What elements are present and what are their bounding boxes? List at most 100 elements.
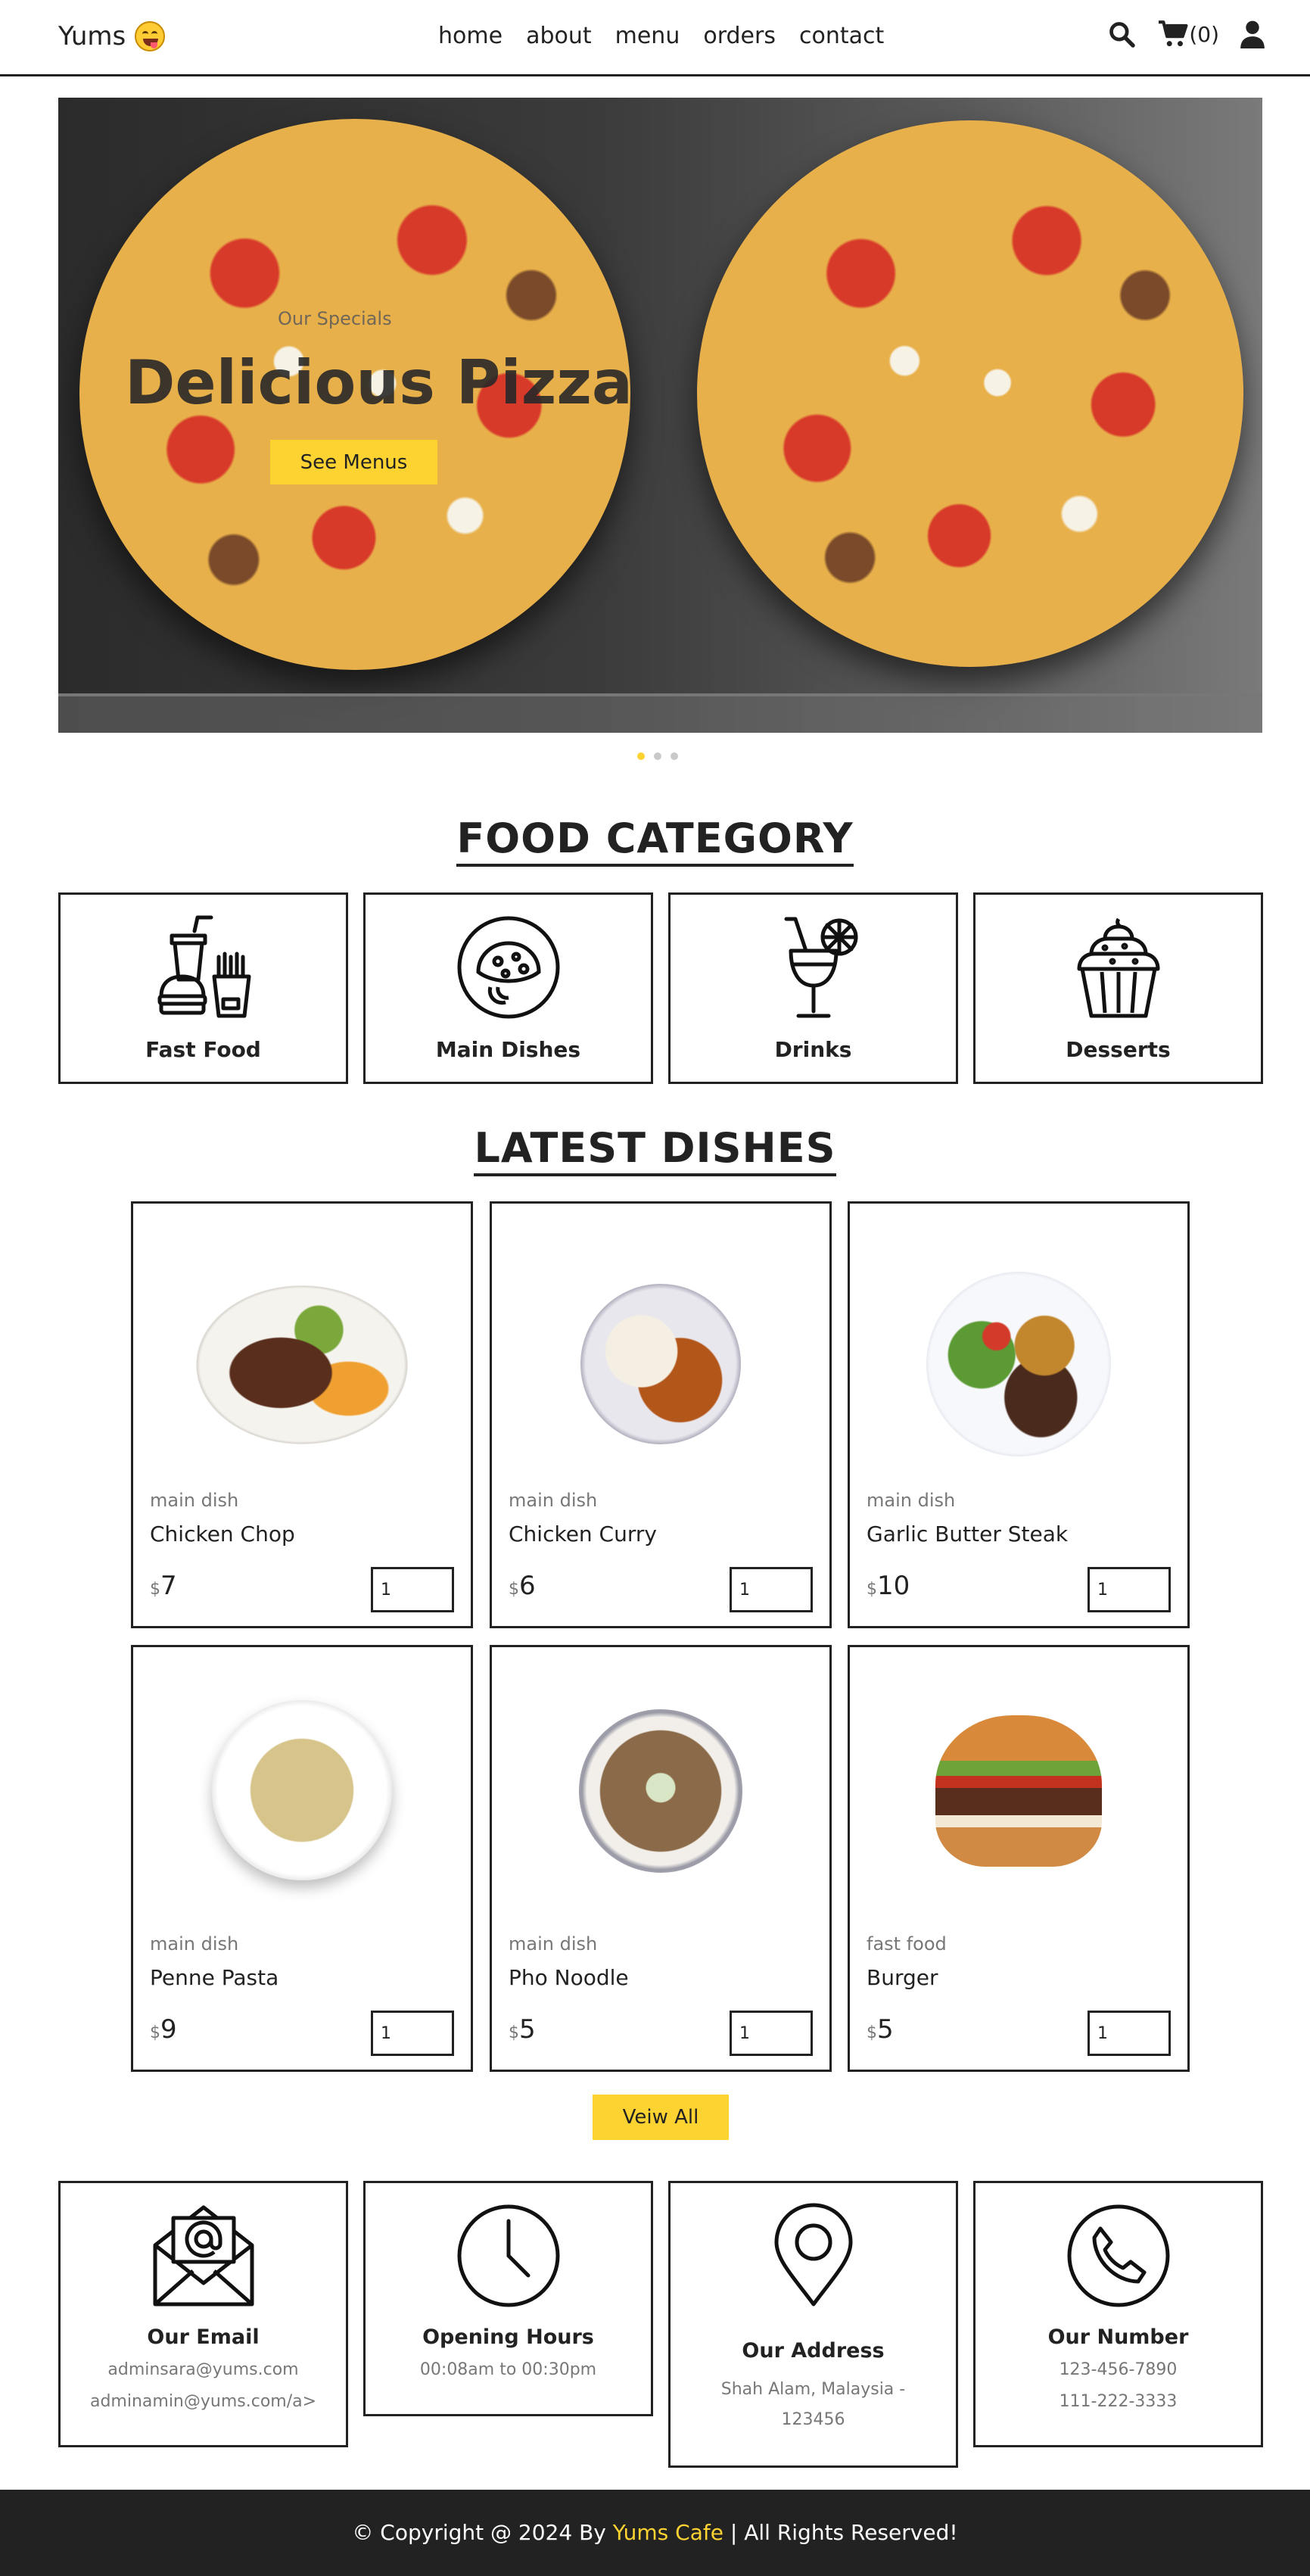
currency-symbol: $ [867,2023,877,2042]
footer-brand-link[interactable]: Yums Cafe [613,2520,723,2545]
header-icons: (0) [1107,20,1265,48]
quantity-input[interactable] [1088,2011,1171,2056]
pizza-image-secondary [697,120,1243,667]
category-main-dishes[interactable]: Main Dishes [363,892,653,1084]
info-card-hours: Opening Hours 00:08am to 00:30pm [363,2181,653,2416]
email-icon [153,2205,254,2307]
dish-name: Pho Noodle [509,1965,629,1990]
cupcake-icon [1077,917,1159,1018]
main-dish-icon [457,916,559,1019]
info-card-address: Our Address Shah Alam, Malaysia - 123456 [668,2181,958,2468]
phone-icon [1067,2204,1169,2307]
yum-emoji-icon [135,21,166,51]
nav-about[interactable]: about [526,23,592,49]
dish-category: main dish [509,1933,598,1955]
info-line: 123-456-7890 [1059,2360,1178,2379]
dish-image [926,1272,1111,1456]
dish-name: Chicken Curry [509,1522,657,1547]
food-category-title: FOOD CATEGORY [456,815,854,867]
category-drinks[interactable]: Drinks [668,892,958,1084]
latest-dishes-title: LATEST DISHES [474,1124,836,1176]
hero-subtitle: Our Specials [278,308,392,329]
info-title: Our Address [742,2339,885,2363]
dish-category: fast food [867,1933,947,1955]
info-title: Opening Hours [422,2325,594,2349]
site-header: Yums home about menu orders contact (0) [0,0,1310,76]
slider-dot[interactable] [654,752,661,760]
dish-card[interactable]: main dish Garlic Butter Steak $10 [848,1201,1190,1628]
cart-icon [1157,20,1189,48]
slider-dot[interactable] [637,752,645,760]
dish-card[interactable]: main dish Chicken Chop $7 [131,1201,473,1628]
slider-dot[interactable] [671,752,678,760]
info-title: Our Number [1047,2325,1189,2349]
see-menus-button[interactable]: See Menus [270,440,437,484]
quantity-input[interactable] [1088,1567,1171,1612]
quantity-input[interactable] [371,2011,454,2056]
dish-name: Penne Pasta [150,1965,279,1990]
dish-price: $5 [509,2014,536,2045]
drink-icon [784,917,857,1018]
nav-contact[interactable]: contact [799,23,884,49]
currency-symbol: $ [509,1580,519,1599]
dish-category: main dish [150,1490,239,1511]
slider-pagination [637,752,678,760]
dish-card[interactable]: main dish Chicken Curry $6 [490,1201,832,1628]
search-icon[interactable] [1107,20,1136,48]
category-desserts[interactable]: Desserts [973,892,1263,1084]
dish-name: Burger [867,1965,938,1990]
site-footer: © Copyright @ 2024 By Yums Cafe | All Ri… [0,2490,1310,2576]
fast-food-icon [157,915,250,1018]
dish-price: $9 [150,2014,177,2045]
cart-count: (0) [1189,21,1219,47]
info-line: 111-222-3333 [1059,2392,1178,2411]
price-value: 5 [519,2014,536,2045]
price-value: 7 [160,1571,177,1601]
category-label: Main Dishes [435,1037,581,1062]
quantity-input[interactable] [371,1567,454,1612]
quantity-input[interactable] [730,1567,813,1612]
info-title: Our Email [147,2325,260,2349]
dish-image [935,1715,1102,1867]
hero-title: Delicious Pizza [125,347,633,418]
nav-home[interactable]: home [438,23,503,49]
dish-image [579,1709,742,1873]
dish-name: Garlic Butter Steak [867,1522,1069,1547]
nav-menu[interactable]: menu [615,23,680,49]
dish-card[interactable]: fast food Burger $5 [848,1645,1190,2072]
currency-symbol: $ [150,1580,160,1599]
price-value: 10 [877,1571,910,1601]
hero-slider[interactable]: Our Specials Delicious Pizza See Menus [58,98,1262,733]
category-fast-food[interactable]: Fast Food [58,892,348,1084]
category-label: Drinks [774,1037,852,1062]
view-all-button[interactable]: Veiw All [593,2095,729,2140]
info-card-email: Our Email adminsara@yums.com adminamin@y… [58,2181,348,2447]
dish-price: $5 [867,2014,894,2045]
dish-card[interactable]: main dish Pho Noodle $5 [490,1645,832,2072]
cart-button[interactable]: (0) [1157,20,1219,48]
footer-prefix: © Copyright @ 2024 By [352,2520,613,2545]
food-category-heading: FOOD CATEGORY [0,815,1310,867]
dish-image [580,1284,741,1444]
logo[interactable]: Yums [58,21,166,51]
price-value: 5 [877,2014,894,2045]
location-icon [774,2203,852,2307]
dish-image [212,1700,392,1880]
dish-name: Chicken Chop [150,1522,295,1547]
price-value: 6 [519,1571,536,1601]
quantity-input[interactable] [730,2011,813,2056]
nav-orders[interactable]: orders [703,23,776,49]
dish-category: main dish [509,1490,598,1511]
info-line: 00:08am to 00:30pm [419,2360,597,2379]
category-label: Fast Food [145,1037,261,1062]
price-value: 9 [160,2014,177,2045]
latest-dishes-heading: LATEST DISHES [0,1124,1310,1176]
currency-symbol: $ [509,2023,519,2042]
main-nav: home about menu orders contact [438,23,884,49]
info-line: adminsara@yums.com [107,2360,299,2379]
dish-card[interactable]: main dish Penne Pasta $9 [131,1645,473,2072]
info-line: adminamin@yums.com/a> [89,2392,317,2411]
user-icon[interactable] [1240,20,1265,48]
hero-bottom-band [58,693,1262,733]
currency-symbol: $ [867,1580,877,1599]
